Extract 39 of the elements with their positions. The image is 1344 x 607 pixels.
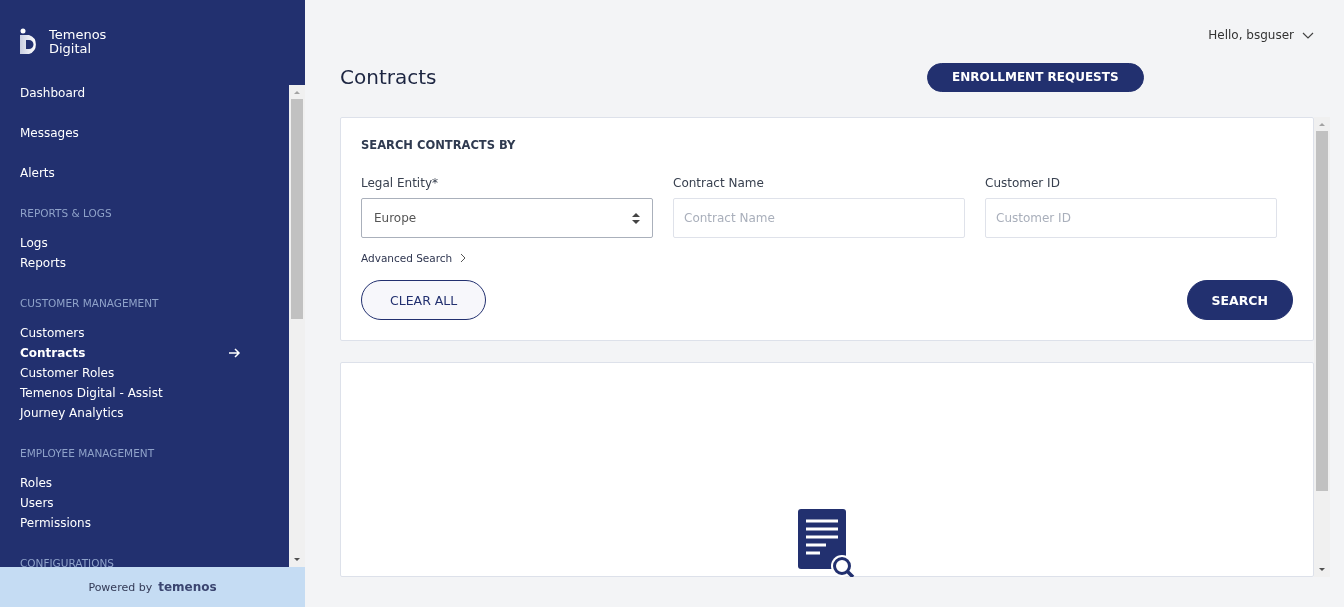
section-heading: EMPLOYEE MANAGEMENT (20, 447, 156, 460)
enrollment-requests-button[interactable]: ENROLLMENT REQUESTS (927, 62, 1144, 92)
nav-item[interactable]: Contracts (20, 343, 269, 363)
chevron-right-icon (460, 253, 467, 263)
nav-item[interactable]: Permissions (20, 513, 269, 533)
logo-text: Temenos Digital (49, 28, 107, 56)
nav-item[interactable]: Temenos Digital - Assist (20, 383, 269, 403)
clear-all-button[interactable]: CLEAR ALL (361, 280, 487, 320)
input-field[interactable]: Customer ID (985, 198, 1277, 238)
scrollbar[interactable] (289, 85, 305, 567)
chevron-down-icon (1302, 31, 1314, 39)
nav-item[interactable]: Reports (20, 253, 269, 273)
nav-item[interactable]: Alerts (20, 153, 269, 193)
scrollbar[interactable] (1314, 117, 1330, 577)
search-button[interactable]: SEARCH (1186, 280, 1293, 320)
field-label: Customer ID (985, 176, 1061, 190)
nav-item[interactable]: Customers (20, 323, 269, 343)
nav-item[interactable]: Messages (20, 113, 269, 153)
user-menu[interactable]: Hello, bsguser (1208, 25, 1330, 45)
field-label: Contract Name (673, 176, 765, 190)
sort-icon (632, 212, 640, 224)
section-heading: REPORTS & LOGS (20, 207, 113, 220)
nav-item[interactable]: Dashboard (20, 73, 269, 113)
advanced-search-link[interactable]: Advanced Search (361, 252, 467, 264)
legal-entity-select[interactable]: Europe (361, 198, 653, 238)
input-field[interactable]: Contract Name (673, 198, 965, 238)
nav-item[interactable]: Users (20, 493, 269, 513)
field-label: Legal Entity* (361, 176, 439, 190)
footer-text: Powered by (88, 580, 153, 594)
arrow-right-icon (229, 348, 241, 358)
section-heading: CUSTOMER MANAGEMENT (20, 297, 160, 310)
nav-item[interactable]: Journey Analytics (20, 403, 269, 423)
nav-item[interactable]: Logs (20, 233, 269, 253)
nav-item[interactable]: Customer Roles (20, 363, 269, 383)
card-heading: SEARCH CONTRACTS BY (361, 138, 517, 152)
nav-item[interactable]: Roles (20, 473, 269, 493)
page-title: Contracts (340, 65, 438, 89)
brand-text: temenos (158, 580, 217, 594)
section-heading: CONFIGURATIONS (20, 557, 115, 567)
